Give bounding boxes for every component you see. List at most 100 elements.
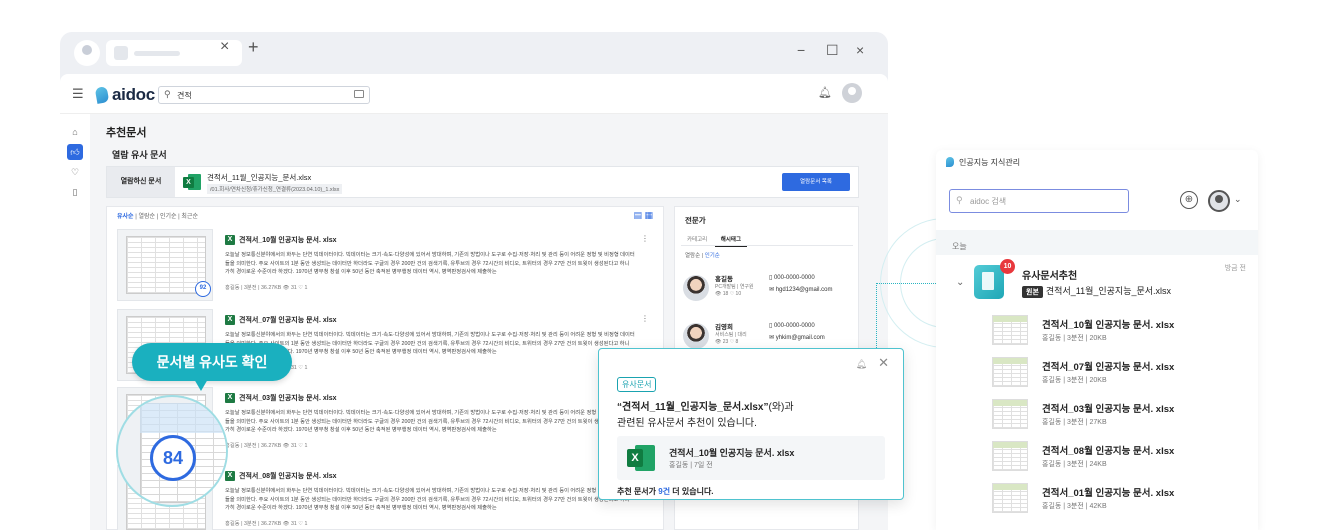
excel-icon: X xyxy=(225,471,235,481)
viewed-document-bar: 열람하신 문서 X 견적서_11월_인공지능_문서.xlsx /01.회사/연차… xyxy=(106,166,859,198)
sort-views[interactable]: 열람순 xyxy=(138,214,155,220)
sort-recent[interactable]: 최근순 xyxy=(181,214,198,220)
expert-phone: ▯ 000-0000-0000 xyxy=(769,275,815,281)
section-subtitle: 열람 유사 문서 xyxy=(112,150,167,160)
panel-search-input[interactable]: ⚲ aidoc 검색 xyxy=(949,189,1129,213)
toast-message-line1: “견적서_11월_인공지능_문서.xlsx”(와)과 xyxy=(617,402,794,413)
expert-email[interactable]: ✉ hgd1234@gmail.com xyxy=(769,286,833,293)
aidoc-logo[interactable]: aidoc xyxy=(94,85,155,105)
similarity-callout: 문서별 유사도 확인 xyxy=(132,343,292,381)
expert-dept: PC개발팀 | 연구원 xyxy=(715,284,754,290)
viewed-list-button[interactable]: 열람문서 목록 xyxy=(782,173,850,191)
user-avatar[interactable] xyxy=(842,83,862,103)
origin-tag: 원본 xyxy=(1022,286,1043,298)
toast-close-button[interactable]: ✕ xyxy=(878,355,889,371)
more-icon[interactable]: ⋮ xyxy=(641,234,649,243)
more-icon[interactable]: ⋮ xyxy=(641,314,649,323)
expert-email[interactable]: ✉ yhkim@gmail.com xyxy=(769,334,825,341)
document-title[interactable]: 견적서_08월 인공지능 문서. xlsx xyxy=(239,471,336,481)
search-value: 견적 xyxy=(177,91,192,100)
keyboard-icon[interactable] xyxy=(354,90,364,98)
group-title: 유사문서추천 xyxy=(1022,271,1078,282)
document-meta: 홍길동 | 3분전 | 36.27KB 👁 31 ♡ 1 xyxy=(225,285,308,291)
toast-doc-card[interactable]: X 견적서_10월 인공지능 문서. xlsx 홍길동 | 7일 전 xyxy=(617,436,885,480)
search-icon: ⚲ xyxy=(956,195,963,205)
expert-card[interactable]: 홍길동 PC개발팀 | 연구원 👁 18 ♡ 10 ▯ 000-0000-000… xyxy=(683,271,853,311)
globe-icon[interactable]: ⊕ xyxy=(1180,191,1198,209)
search-input[interactable]: ⚲ 견적 xyxy=(158,86,370,104)
document-thumbnail xyxy=(992,399,1028,429)
stage: × + − ☐ × ☰ aidoc ⚲ 견적 🔔︎ ⌂ 👍︎ ♡ ▯ 추천문서 … xyxy=(0,0,1320,530)
maximize-button[interactable]: ☐ xyxy=(826,42,839,59)
list-item[interactable]: 견적서_08월 인공지능 문서. xlsx 홍길동 | 3분전 | 24KB xyxy=(992,441,1242,475)
sort-similarity[interactable]: 유사순 xyxy=(117,214,134,220)
minimize-button[interactable]: − xyxy=(797,42,805,58)
document-thumbnail xyxy=(992,483,1028,513)
origin-file[interactable]: 원본 견적서_11월_인공지능_문서.xlsx xyxy=(1022,284,1171,298)
chevron-down-icon[interactable]: ⌄ xyxy=(1234,194,1242,205)
toast-message-line2: 관련된 유사문서 추천이 있습니다. xyxy=(617,418,757,429)
excel-icon: X xyxy=(627,445,655,471)
user-avatar[interactable] xyxy=(1208,190,1230,212)
logo-text: aidoc xyxy=(112,85,155,104)
toast-doc-title: 견적서_10월 인공지능 문서. xlsx xyxy=(669,448,795,458)
document-title[interactable]: 견적서_10월 인공지능 문서. xlsx xyxy=(239,235,336,245)
group-time: 방금 전 xyxy=(1224,265,1246,272)
home-icon[interactable]: ⌂ xyxy=(67,124,83,140)
viewed-file-name[interactable]: 견적서_11월_인공지능_문서.xlsx xyxy=(207,172,311,183)
pin-icon[interactable]: 🔔︎ xyxy=(856,359,867,370)
item-title: 견적서_03월 인공지능 문서. xlsx xyxy=(1042,404,1175,415)
knowledge-panel: 인공지능 지식관리 ⚲ aidoc 검색 ⊕ ⌄ 오늘 ⌄ 10 유사문서추천 … xyxy=(936,150,1258,530)
menu-icon[interactable]: ☰ xyxy=(72,86,84,102)
sort-popular[interactable]: 인기순 xyxy=(705,253,720,259)
document-description: 오늘날 정보통신분야에서의 화두는 단연 빅데이터이다. 빅데이터는 크기·속도… xyxy=(225,488,635,511)
callout-tail xyxy=(194,379,208,391)
experts-title: 전문가 xyxy=(685,216,706,225)
sort-popular[interactable]: 인기순 xyxy=(160,214,177,220)
item-title: 견적서_01월 인공지능 문서. xlsx xyxy=(1042,488,1175,499)
experts-tabs: 카테고리 해시태그 xyxy=(681,232,853,247)
toast-tag: 유사문서 xyxy=(617,377,657,392)
tab-title-placeholder xyxy=(134,51,180,56)
sidebar: ⌂ 👍︎ ♡ ▯ xyxy=(60,114,90,530)
similarity-score-badge: 92 xyxy=(195,281,211,297)
window-close-button[interactable]: × xyxy=(856,42,864,58)
document-meta: 홍길동 | 3분전 | 36.27KB 👁 31 ♡ 1 xyxy=(225,443,308,449)
excel-icon: X xyxy=(183,174,201,190)
sort-bar: 유사순 | 열람순 | 인기순 | 최근순 xyxy=(117,214,198,220)
expert-name: 김영희 xyxy=(715,324,733,331)
document-title[interactable]: 견적서_07월 인공지능 문서. xlsx xyxy=(239,315,336,325)
toast-footer[interactable]: 추천 문서가 9건 더 있습니다. xyxy=(617,486,714,497)
item-meta: 홍길동 | 3분전 | 24KB xyxy=(1042,461,1107,468)
document-title[interactable]: 견적서_03월 인공지능 문서. xlsx xyxy=(239,393,336,403)
list-item[interactable]: 92 X 견적서_10월 인공지능 문서. xlsx ⋮ 오늘날 정보통신분야에… xyxy=(117,229,655,301)
panel-search-placeholder: aidoc 검색 xyxy=(970,197,1007,206)
avatar xyxy=(683,275,709,301)
toast-doc-meta: 홍길동 | 7일 전 xyxy=(669,462,713,469)
list-item[interactable]: 견적서_01월 인공지능 문서. xlsx 홍길동 | 3분전 | 42KB xyxy=(992,483,1242,517)
recommend-icon[interactable]: 👍︎ xyxy=(67,144,83,160)
tab-hashtag[interactable]: 해시태그 xyxy=(714,232,748,247)
chevron-down-icon[interactable]: ⌄ xyxy=(956,277,964,288)
sort-views[interactable]: 열람순 xyxy=(685,253,700,259)
tab-close-button[interactable]: × xyxy=(220,38,229,56)
new-tab-button[interactable]: + xyxy=(248,37,259,58)
page-title: 추천문서 xyxy=(106,127,147,139)
favicon-icon xyxy=(114,46,128,60)
panel-header: 인공지능 지식관리 ⚲ aidoc 검색 ⊕ ⌄ xyxy=(936,150,1258,230)
viewed-label: 열람하신 문서 xyxy=(107,167,175,197)
recommend-group: ⌄ 10 유사문서추천 방금 전 원본 견적서_11월_인공지능_문서.xlsx … xyxy=(936,255,1258,530)
experts-sort: 열람순 | 인기순 xyxy=(685,253,720,259)
list-item[interactable]: 견적서_07월 인공지능 문서. xlsx 홍길동 | 3분전 | 20KB xyxy=(992,357,1242,391)
bell-icon[interactable]: 🔔︎ xyxy=(818,86,832,99)
document-icon[interactable]: ▯ xyxy=(67,184,83,200)
profile-icon[interactable] xyxy=(74,40,100,66)
similar-doc-toast[interactable]: 유사문서 🔔︎ ✕ “견적서_11월_인공지능_문서.xlsx”(와)과 관련된… xyxy=(598,348,904,500)
list-item[interactable]: 견적서_10월 인공지능 문서. xlsx 홍길동 | 3분전 | 20KB xyxy=(992,315,1242,349)
logo-drop-icon xyxy=(94,86,110,104)
view-toggle-icon[interactable]: ▤ ▦ xyxy=(633,210,653,221)
list-item[interactable]: 견적서_03월 인공지능 문서. xlsx 홍길동 | 3분전 | 27KB xyxy=(992,399,1242,433)
heart-icon[interactable]: ♡ xyxy=(67,164,83,180)
logo-drop-icon xyxy=(946,157,954,167)
tab-category[interactable]: 카테고리 xyxy=(681,232,713,246)
